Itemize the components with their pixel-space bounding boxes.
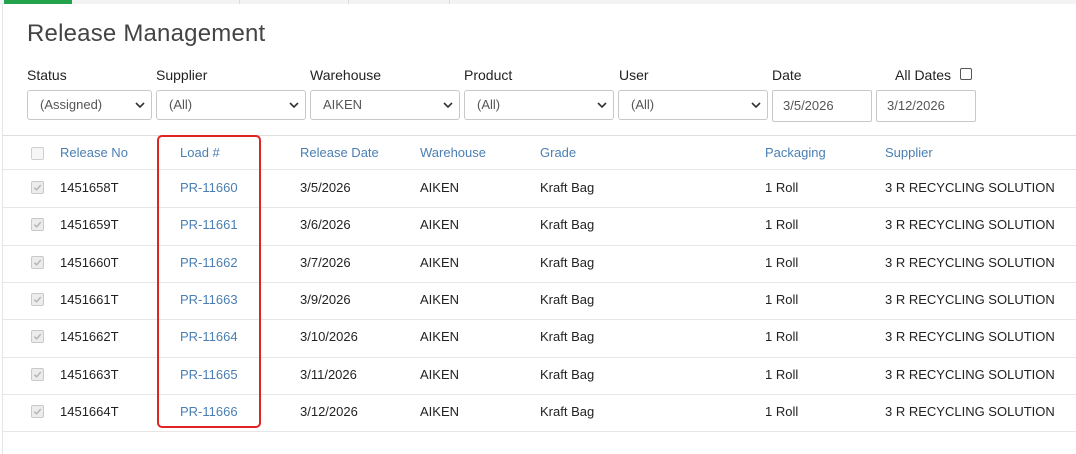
panel-left-border <box>2 4 3 454</box>
supplier-select[interactable]: (All) <box>156 90 306 120</box>
product-select-value: (All) <box>477 97 501 112</box>
column-header-grade[interactable]: Grade <box>540 145 576 160</box>
chevron-down-icon <box>443 102 453 109</box>
cell-packaging: 1 Roll <box>765 329 799 344</box>
top-tab-strip <box>0 0 1076 4</box>
cell-release-date: 3/10/2026 <box>300 329 358 344</box>
date-to-input[interactable]: 3/12/2026 <box>876 90 976 122</box>
row-checkbox[interactable] <box>31 181 44 194</box>
cell-supplier: 3 R RECYCLING SOLUTION <box>885 292 1055 307</box>
cell-grade: Kraft Bag <box>540 329 595 344</box>
status-select[interactable]: (Assigned) <box>27 90 152 120</box>
row-checkbox[interactable] <box>31 293 44 306</box>
user-label: User <box>619 67 649 83</box>
status-select-value: (Assigned) <box>40 97 103 112</box>
chevron-down-icon <box>597 102 607 109</box>
row-checkbox[interactable] <box>31 330 44 343</box>
checkmark-icon <box>33 184 42 191</box>
tab-separator <box>449 0 450 4</box>
cell-supplier: 3 R RECYCLING SOLUTION <box>885 404 1055 419</box>
cell-supplier: 3 R RECYCLING SOLUTION <box>885 180 1055 195</box>
cell-warehouse: AIKEN <box>420 217 460 232</box>
cell-release-no: 1451662T <box>60 329 119 344</box>
status-label: Status <box>27 67 67 83</box>
warehouse-select[interactable]: AIKEN <box>310 90 460 120</box>
checkmark-icon <box>33 408 42 415</box>
cell-warehouse: AIKEN <box>420 404 460 419</box>
user-select-value: (All) <box>631 97 655 112</box>
checkmark-icon <box>33 296 42 303</box>
column-header-warehouse[interactable]: Warehouse <box>420 145 486 160</box>
chevron-down-icon <box>751 102 761 109</box>
column-header-supplier[interactable]: Supplier <box>885 145 933 160</box>
cell-grade: Kraft Bag <box>540 367 595 382</box>
active-tab-indicator[interactable] <box>4 0 72 4</box>
column-header-release-no[interactable]: Release No <box>60 145 128 160</box>
checkmark-icon <box>33 333 42 340</box>
cell-packaging: 1 Roll <box>765 404 799 419</box>
checkmark-icon <box>33 371 42 378</box>
checkmark-icon <box>33 221 42 228</box>
tab-separator <box>239 0 240 4</box>
chevron-down-icon <box>289 102 299 109</box>
row-checkbox[interactable] <box>31 405 44 418</box>
warehouse-label: Warehouse <box>310 67 382 83</box>
cell-supplier: 3 R RECYCLING SOLUTION <box>885 217 1055 232</box>
cell-supplier: 3 R RECYCLING SOLUTION <box>885 367 1055 382</box>
product-label: Product <box>464 67 513 83</box>
tab-separator <box>348 0 349 4</box>
all-dates-checkbox[interactable] <box>960 68 972 80</box>
column-header-release-date[interactable]: Release Date <box>300 145 379 160</box>
row-checkbox[interactable] <box>31 218 44 231</box>
cell-supplier: 3 R RECYCLING SOLUTION <box>885 255 1055 270</box>
cell-release-no: 1451660T <box>60 255 119 270</box>
cell-warehouse: AIKEN <box>420 292 460 307</box>
supplier-label: Supplier <box>156 67 208 83</box>
cell-release-date: 3/6/2026 <box>300 217 351 232</box>
cell-packaging: 1 Roll <box>765 180 799 195</box>
cell-warehouse: AIKEN <box>420 367 460 382</box>
cell-release-date: 3/5/2026 <box>300 180 351 195</box>
cell-packaging: 1 Roll <box>765 367 799 382</box>
select-all-checkbox[interactable] <box>31 147 44 160</box>
cell-grade: Kraft Bag <box>540 255 595 270</box>
row-divider <box>3 431 1076 432</box>
chevron-down-icon <box>135 102 145 109</box>
product-select[interactable]: (All) <box>464 90 614 120</box>
checkmark-icon <box>33 259 42 266</box>
cell-release-no: 1451663T <box>60 367 119 382</box>
column-header-packaging[interactable]: Packaging <box>765 145 826 160</box>
date-from-input[interactable]: 3/5/2026 <box>772 90 872 122</box>
cell-warehouse: AIKEN <box>420 180 460 195</box>
load-column-highlight <box>157 135 261 428</box>
cell-packaging: 1 Roll <box>765 217 799 232</box>
row-checkbox[interactable] <box>31 368 44 381</box>
page-title: Release Management <box>27 20 266 47</box>
date-label: Date <box>772 67 802 83</box>
cell-grade: Kraft Bag <box>540 292 595 307</box>
cell-release-no: 1451661T <box>60 292 119 307</box>
cell-release-date: 3/7/2026 <box>300 255 351 270</box>
cell-release-no: 1451659T <box>60 217 119 232</box>
cell-packaging: 1 Roll <box>765 255 799 270</box>
cell-supplier: 3 R RECYCLING SOLUTION <box>885 329 1055 344</box>
cell-grade: Kraft Bag <box>540 404 595 419</box>
cell-release-date: 3/12/2026 <box>300 404 358 419</box>
cell-release-date: 3/9/2026 <box>300 292 351 307</box>
all-dates-label: All Dates <box>895 67 952 83</box>
supplier-select-value: (All) <box>169 97 193 112</box>
row-checkbox[interactable] <box>31 256 44 269</box>
cell-grade: Kraft Bag <box>540 180 595 195</box>
cell-warehouse: AIKEN <box>420 329 460 344</box>
cell-release-no: 1451664T <box>60 404 119 419</box>
warehouse-select-value: AIKEN <box>323 97 363 112</box>
cell-release-no: 1451658T <box>60 180 119 195</box>
cell-packaging: 1 Roll <box>765 292 799 307</box>
cell-grade: Kraft Bag <box>540 217 595 232</box>
user-select[interactable]: (All) <box>618 90 768 120</box>
cell-release-date: 3/11/2026 <box>300 367 357 382</box>
cell-warehouse: AIKEN <box>420 255 460 270</box>
